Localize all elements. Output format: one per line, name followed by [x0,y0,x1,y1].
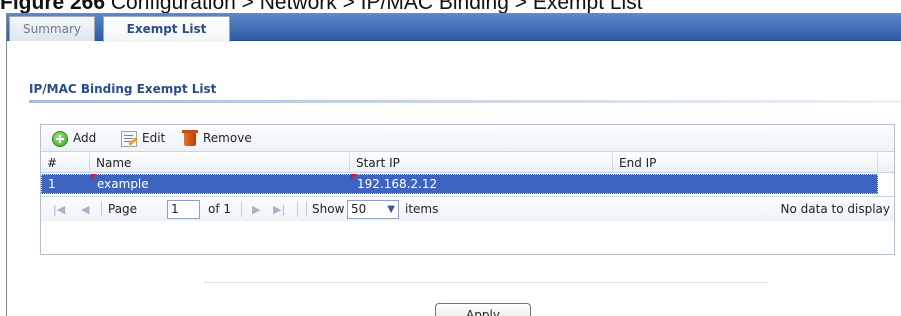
table-row[interactable]: 1 example 192.168.2.12 [41,174,878,194]
row-start-ip: 192.168.2.12 [357,177,438,191]
pager-status: No data to display [780,202,890,216]
row-name: example [97,177,149,191]
section-divider [29,100,901,103]
remove-label: Remove [203,131,252,145]
add-icon [52,130,68,147]
pagination-bar: |◀ ◀ Page 1 of 1 ▶ ▶| Show 50 ▼ items No… [41,196,894,221]
last-page-icon[interactable]: ▶| [273,201,285,218]
first-page-icon[interactable]: |◀ [53,201,65,218]
figure-caption: Figure 266 Configuration > Network > IP/… [0,0,901,13]
column-header-index[interactable]: # [41,153,90,173]
add-label: Add [73,131,97,145]
pager-separator [297,202,298,217]
tab-exempt-list[interactable]: Exempt List [103,16,230,42]
chevron-down-icon: ▼ [387,204,395,215]
column-header-end-ip[interactable]: End IP [613,153,878,173]
edit-label: Edit [142,131,166,145]
previous-page-icon[interactable]: ◀ [81,201,89,218]
form-divider [205,282,767,283]
row-index: 1 [48,177,56,191]
table-toolbar: Add Edit Remove [41,125,894,152]
column-header-name[interactable]: Name [90,153,350,173]
show-label: Show [312,202,345,216]
page-size-value: 50 [351,202,367,216]
figure-caption-text: Configuration > Network > IP/MAC Binding… [110,0,643,13]
next-page-icon[interactable]: ▶ [252,201,260,218]
page-count-label: of 1 [208,202,232,216]
pager-separator [241,202,242,217]
apply-button[interactable]: Apply [435,303,531,316]
add-button[interactable]: Add [52,130,96,147]
column-header-start-ip[interactable]: Start IP [350,153,613,173]
tab-summary[interactable]: Summary [9,16,95,41]
content-frame: Summary Exempt List IP/MAC Binding Exemp… [6,13,901,316]
page-size-select[interactable]: 50 ▼ [347,200,399,219]
pager-separator [101,202,102,217]
page-label: Page [108,202,138,216]
exempt-list-table: Add Edit Remove # Name Start IP End IP 1… [40,124,895,255]
table-header: # Name Start IP End IP [41,153,894,173]
section-title: IP/MAC Binding Exempt List [29,82,217,96]
remove-button[interactable]: Remove [182,130,252,147]
trash-icon [182,130,198,146]
page-number-input[interactable]: 1 [167,200,200,219]
row-end-ip [614,175,877,193]
edit-icon [121,130,137,147]
pager-separator [306,202,307,217]
figure-label: Figure 266 [0,0,106,13]
items-label: items [405,202,439,216]
edit-button[interactable]: Edit [121,130,165,147]
tab-bar: Summary Exempt List [7,14,901,42]
